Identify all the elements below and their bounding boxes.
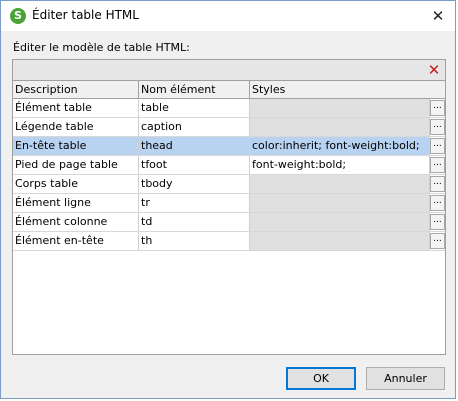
edit-styles-button[interactable]: ... <box>430 119 445 135</box>
cancel-button[interactable]: Annuler <box>366 367 445 390</box>
column-header-description[interactable]: Description <box>13 81 139 98</box>
row-description: Corps table <box>13 175 139 193</box>
edit-styles-button[interactable]: ... <box>430 138 445 154</box>
row-styles-field[interactable] <box>250 99 430 117</box>
row-element-name-field[interactable]: tr <box>139 194 250 212</box>
edit-styles-button[interactable]: ... <box>430 176 445 192</box>
row-element-name-field[interactable]: tbody <box>139 175 250 193</box>
table-template-grid: ✕ Description Nom élément Styles Élément… <box>12 59 446 355</box>
row-element-name-field[interactable]: td <box>139 213 250 231</box>
column-header-element-name[interactable]: Nom élément <box>139 81 250 98</box>
grid-header: Description Nom élément Styles <box>13 81 445 99</box>
row-element-name-field[interactable]: tfoot <box>139 156 250 174</box>
row-styles-field[interactable] <box>250 232 430 250</box>
grid-toolbar: ✕ <box>13 60 445 81</box>
edit-styles-button[interactable]: ... <box>430 100 445 116</box>
row-description: Élément colonne <box>13 213 139 231</box>
row-styles-field[interactable] <box>250 175 430 193</box>
row-description: Pied de page table <box>13 156 139 174</box>
row-description: Légende table <box>13 118 139 136</box>
app-icon: S <box>10 8 26 24</box>
table-row[interactable]: Pied de page table tfoot font-weight:bold;… <box>13 156 445 175</box>
grid-rows: Élément table table... Légende table captio… <box>13 99 445 251</box>
row-styles-field[interactable] <box>250 213 430 231</box>
window-title: Éditer table HTML <box>32 8 139 22</box>
edit-styles-button[interactable]: ... <box>430 157 445 173</box>
row-description: Élément en-tête <box>13 232 139 250</box>
ok-button[interactable]: OK <box>286 367 356 390</box>
delete-row-icon[interactable]: ✕ <box>426 62 442 78</box>
edit-styles-button[interactable]: ... <box>430 214 445 230</box>
row-description: Élément table <box>13 99 139 117</box>
table-row[interactable]: Élément table table... <box>13 99 445 118</box>
table-row[interactable]: Élément ligne tr... <box>13 194 445 213</box>
edit-styles-button[interactable]: ... <box>430 233 445 249</box>
row-element-name-field[interactable]: caption <box>139 118 250 136</box>
row-styles-field[interactable]: font-weight:bold; <box>250 156 430 174</box>
row-description: Élément ligne <box>13 194 139 212</box>
close-icon[interactable]: ✕ <box>427 5 449 27</box>
row-description: En-tête table <box>13 137 139 155</box>
row-element-name-field[interactable]: table <box>139 99 250 117</box>
instruction-label: Éditer le modèle de table HTML: <box>13 41 190 54</box>
table-row[interactable]: En-tête table thead color:inherit; font-we… <box>13 137 445 156</box>
row-styles-field[interactable]: color:inherit; font-weight:bold; <box>250 137 430 155</box>
row-styles-field[interactable] <box>250 118 430 136</box>
row-element-name-field[interactable]: th <box>139 232 250 250</box>
row-element-name-field[interactable]: thead <box>139 137 250 155</box>
table-row[interactable]: Élément colonne td... <box>13 213 445 232</box>
table-row[interactable]: Corps table tbody... <box>13 175 445 194</box>
column-header-styles[interactable]: Styles <box>250 81 445 98</box>
row-styles-field[interactable] <box>250 194 430 212</box>
dialog-window: S Éditer table HTML ✕ Éditer le modèle d… <box>0 0 456 399</box>
title-bar: S Éditer table HTML ✕ <box>1 1 455 31</box>
edit-styles-button[interactable]: ... <box>430 195 445 211</box>
table-row[interactable]: Légende table caption... <box>13 118 445 137</box>
table-row[interactable]: Élément en-tête th... <box>13 232 445 251</box>
